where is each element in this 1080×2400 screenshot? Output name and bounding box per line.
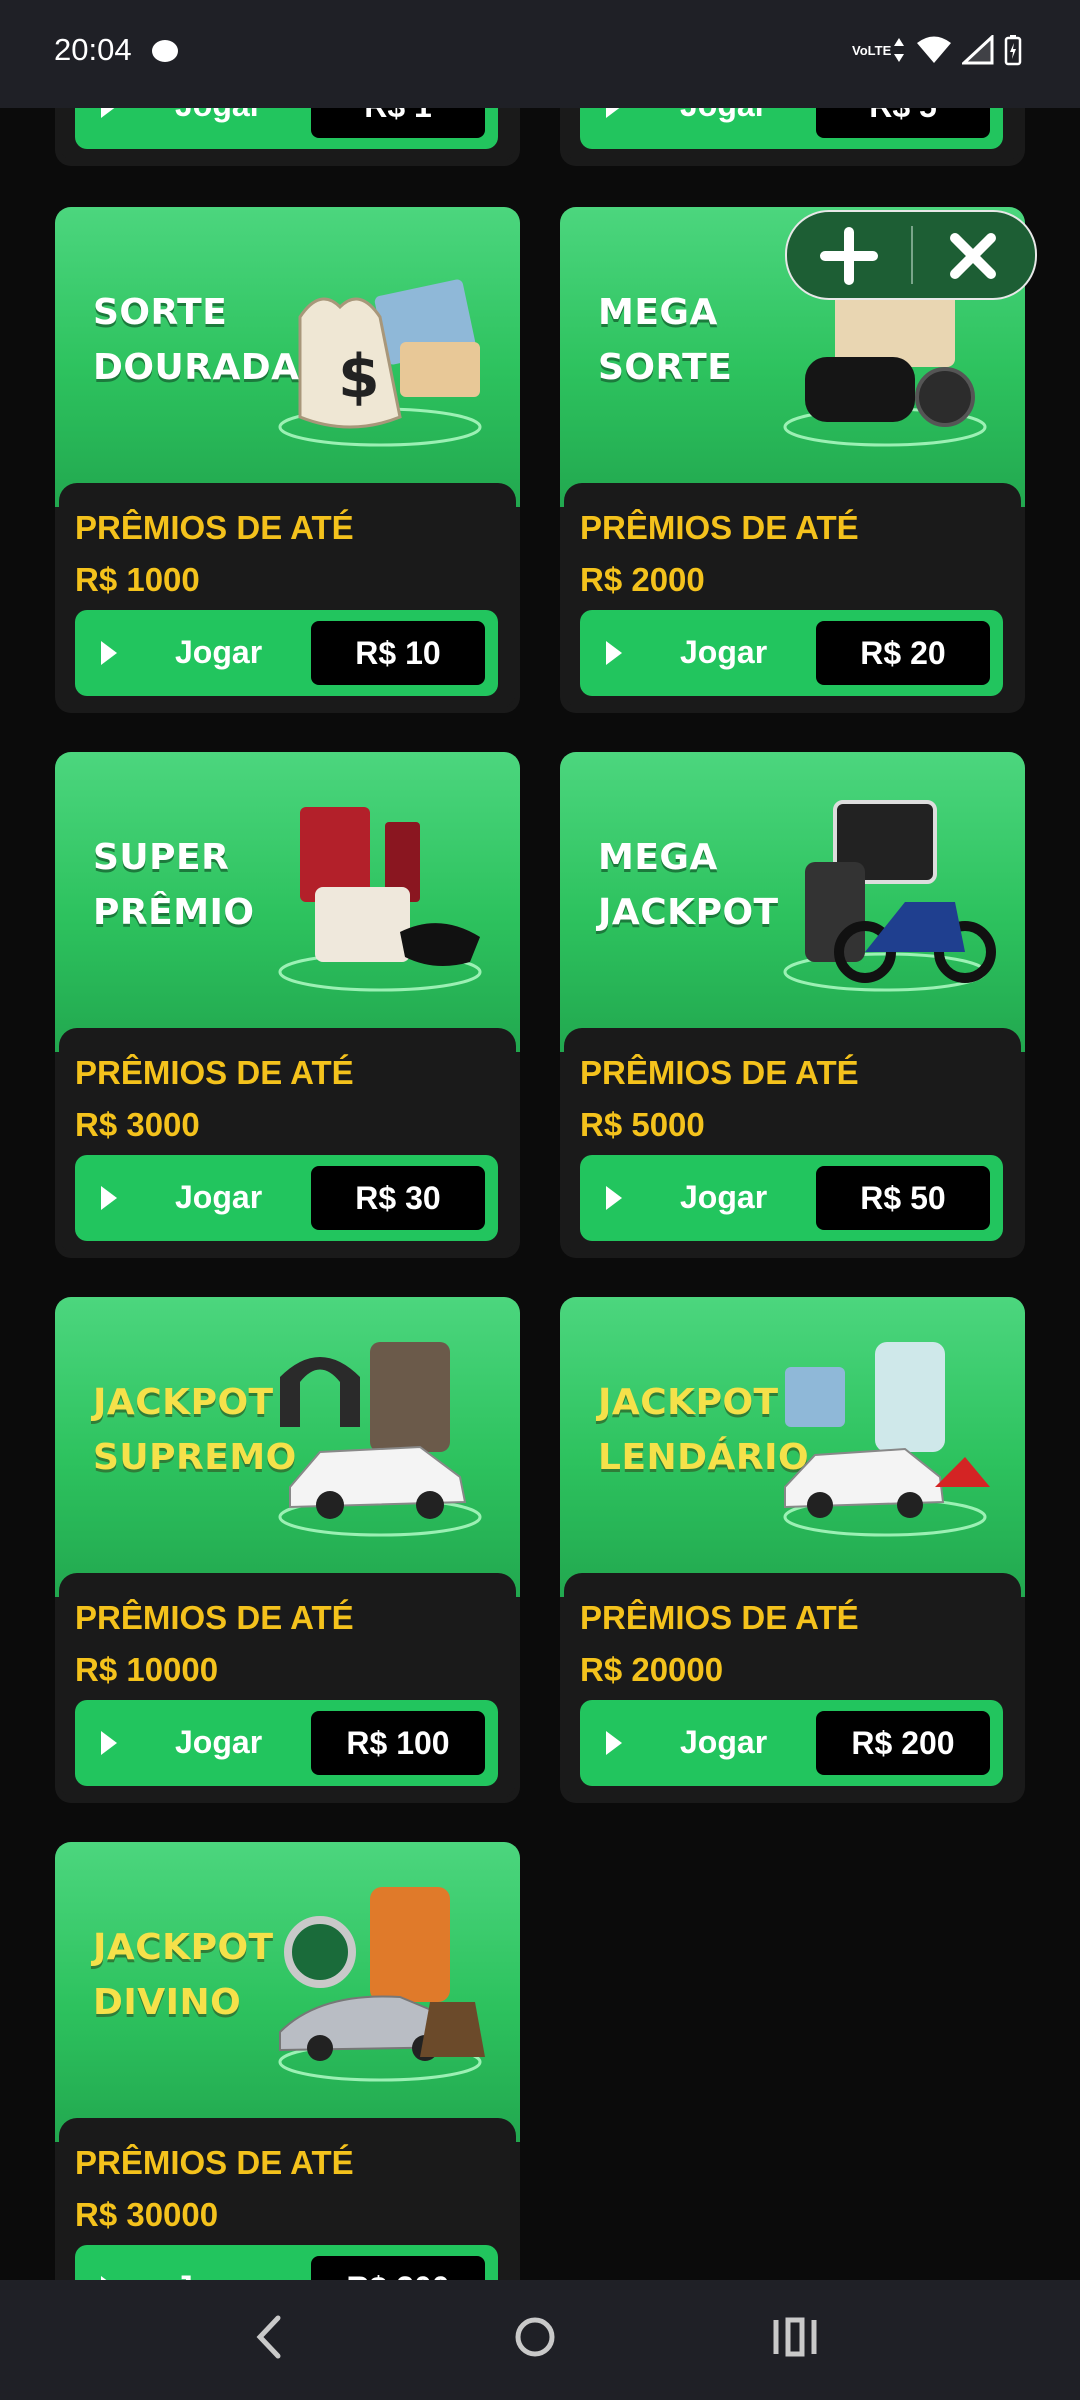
car-watch-phone-icon — [278, 1887, 485, 2082]
prize-card-jackpot-supremo[interactable]: Jackpot Supremo PRÊMIOS DE ATÉ R$ 10000 … — [55, 1297, 520, 1803]
card-banner: Jackpot Supremo — [55, 1297, 520, 1597]
card-banner: Jackpot Lendário — [560, 1297, 1025, 1597]
volte-indicator: VoLTE — [852, 42, 892, 58]
data-arrows-icon — [894, 38, 904, 62]
price-badge: R$ 200 — [816, 1711, 990, 1775]
floating-action-overlay — [785, 210, 1037, 300]
play-button[interactable]: Jogar R$ 50 — [580, 1155, 1003, 1241]
prize-label: PRÊMIOS DE ATÉ — [580, 509, 859, 546]
price-badge: R$ 100 — [311, 1711, 485, 1775]
play-label: Jogar — [175, 1724, 263, 1760]
car-scooter-phone-icon — [783, 1342, 990, 1537]
recents-icon[interactable] — [755, 2302, 835, 2372]
prize-card-super-premio[interactable]: Super Prêmio PRÊMIOS DE ATÉ R$ 3000 Joga… — [55, 752, 520, 1258]
prize-value: R$ 5000 — [580, 1106, 705, 1143]
status-time: 20:04 — [54, 32, 132, 67]
prize-label: PRÊMIOS DE ATÉ — [75, 1054, 354, 1091]
status-bar: 20:04 VoLTE — [0, 0, 1080, 108]
prize-card-mega-jackpot[interactable]: Mega Jackpot PRÊMIOS DE ATÉ R$ 5000 Joga… — [560, 752, 1025, 1258]
prize-value: R$ 2000 — [580, 561, 705, 598]
play-button[interactable]: Jogar R$ 20 — [580, 610, 1003, 696]
prize-card-sorte-dourada[interactable]: Sorte Dourada $ PRÊMIOS DE ATÉ R$ 1000 J… — [55, 207, 520, 713]
price-badge: R$ 300 — [311, 2256, 485, 2280]
card-banner: Super Prêmio — [55, 752, 520, 1052]
play-icon — [101, 641, 117, 665]
play-icon — [101, 1186, 117, 1210]
prize-card-jackpot-divino[interactable]: Jackpot Divino PRÊMIOS DE ATÉ R$ 30000 J… — [55, 1842, 520, 2280]
money-bag-icon: $ — [278, 279, 482, 447]
play-label: Jogar — [680, 1179, 768, 1215]
prize-value: R$ 3000 — [75, 1106, 200, 1143]
home-icon[interactable] — [495, 2302, 575, 2372]
navigation-bar — [0, 2280, 1080, 2400]
prize-panel: PRÊMIOS DE ATÉ R$ 3000 Jogar R$ 30 — [59, 1028, 516, 1254]
card-banner: Sorte Dourada $ — [55, 207, 520, 507]
play-icon — [101, 1731, 117, 1755]
play-icon — [606, 641, 622, 665]
play-label: Jogar — [175, 2269, 262, 2280]
card-banner: Jackpot Divino — [55, 1842, 520, 2142]
prize-label: PRÊMIOS DE ATÉ — [75, 2144, 354, 2181]
battery-icon — [1004, 35, 1022, 66]
play-label: Jogar — [175, 634, 263, 670]
prize-panel: PRÊMIOS DE ATÉ R$ 2000 Jogar R$ 20 — [564, 483, 1021, 709]
plus-icon[interactable] — [819, 226, 879, 286]
prize-label: PRÊMIOS DE ATÉ — [580, 1599, 859, 1636]
play-icon — [606, 1186, 622, 1210]
prize-value: R$ 20000 — [580, 1651, 724, 1688]
price-badge: R$ 50 — [816, 1166, 990, 1230]
prize-value: R$ 10000 — [75, 1651, 219, 1688]
prize-value: R$ 1000 — [75, 561, 200, 598]
prize-label: PRÊMIOS DE ATÉ — [580, 1054, 859, 1091]
motorcycle-tablet-icon — [783, 800, 996, 992]
prize-grid[interactable]: Jogar R$ 1 Jogar R$ 5 Sorte Dourada $ — [0, 0, 1080, 2280]
signal-icon — [962, 35, 994, 65]
prize-label: PRÊMIOS DE ATÉ — [75, 509, 354, 546]
play-label: Jogar — [680, 1724, 768, 1760]
play-button[interactable]: Jogar R$ 200 — [580, 1700, 1003, 1786]
prize-panel: PRÊMIOS DE ATÉ R$ 20000 Jogar R$ 200 — [564, 1573, 1021, 1799]
price-badge: R$ 30 — [311, 1166, 485, 1230]
prize-value: R$ 30000 — [75, 2196, 219, 2233]
prize-panel: PRÊMIOS DE ATÉ R$ 10000 Jogar R$ 100 — [59, 1573, 516, 1799]
play-label: Jogar — [175, 1179, 263, 1215]
prize-panel: PRÊMIOS DE ATÉ R$ 1000 Jogar R$ 10 — [59, 483, 516, 709]
play-icon — [606, 1731, 622, 1755]
perfume-handbag-icon — [278, 807, 482, 992]
price-badge: R$ 20 — [816, 621, 990, 685]
overlay-divider — [911, 226, 913, 284]
prize-card-jackpot-lendario[interactable]: Jackpot Lendário PRÊMIOS DE ATÉ R$ 20000… — [560, 1297, 1025, 1803]
wifi-icon — [917, 36, 951, 63]
play-button[interactable]: Jogar R$ 100 — [75, 1700, 498, 1786]
play-button[interactable]: Jogar R$ 300 — [75, 2245, 498, 2280]
car-headphones-phone-icon — [278, 1342, 482, 1537]
svg-text:$: $ — [338, 342, 380, 412]
prize-label: PRÊMIOS DE ATÉ — [75, 1599, 354, 1636]
prize-panel: PRÊMIOS DE ATÉ R$ 5000 Jogar R$ 50 — [564, 1028, 1021, 1254]
back-icon[interactable] — [230, 2302, 310, 2372]
play-button[interactable]: Jogar R$ 10 — [75, 610, 498, 696]
card-banner: Mega Jackpot — [560, 752, 1025, 1052]
close-icon[interactable] — [943, 226, 1003, 286]
prize-panel: PRÊMIOS DE ATÉ R$ 30000 Jogar R$ 300 — [59, 2118, 516, 2280]
chat-notification-icon — [152, 40, 178, 62]
play-button[interactable]: Jogar R$ 30 — [75, 1155, 498, 1241]
play-label: Jogar — [680, 634, 768, 670]
price-badge: R$ 10 — [311, 621, 485, 685]
status-icons: VoLTE — [852, 34, 1022, 66]
